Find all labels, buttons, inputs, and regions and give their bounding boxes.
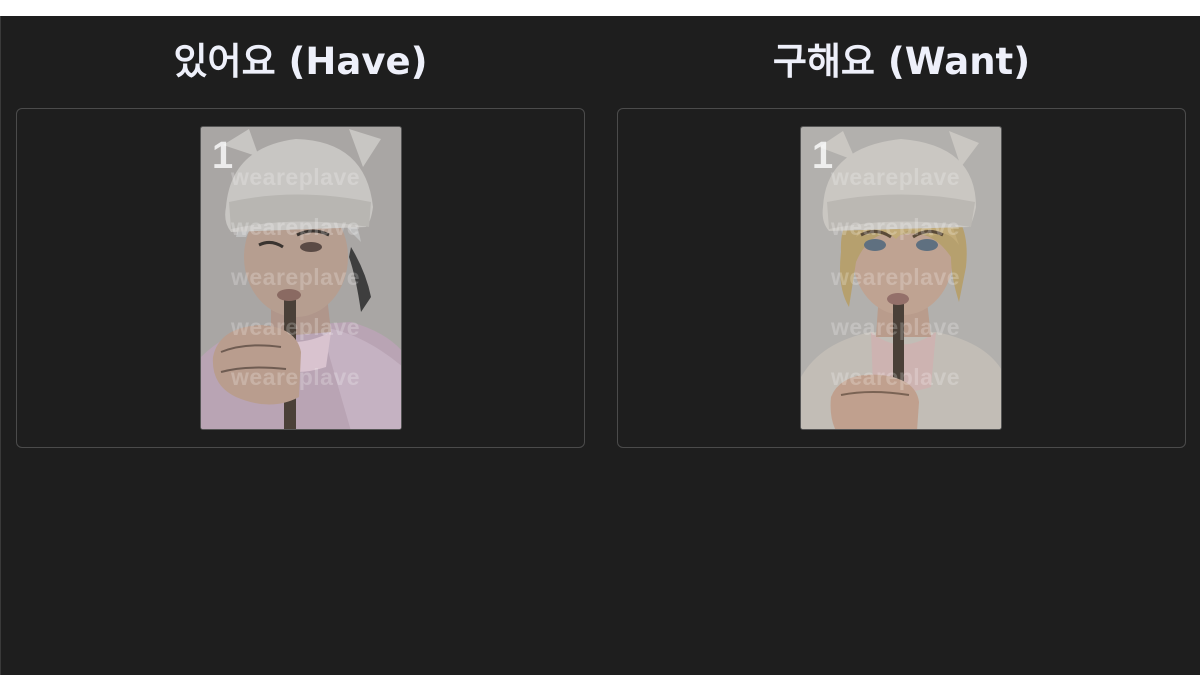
photocard[interactable]: 1 weareplave weareplave weareplave weare… — [200, 126, 402, 430]
card-number: 1 — [812, 135, 834, 177]
watermark-text: weareplave — [231, 164, 361, 190]
want-panel: 1 weareplave weareplave weareplave weare… — [617, 108, 1186, 448]
watermark-text: weareplave — [831, 314, 961, 340]
watermark-text: weareplave — [831, 264, 961, 290]
have-column-title: 있어요 (Have) — [173, 40, 428, 83]
watermark-text: weareplave — [231, 214, 361, 240]
want-column: 구해요 (Want) 1 weareplave weareplave weare… — [617, 16, 1186, 448]
app-frame: 있어요 (Have) 1 weareplave weareplave weare… — [0, 16, 1200, 675]
watermark-text: weareplave — [831, 164, 961, 190]
photocard[interactable]: 1 weareplave weareplave weareplave weare… — [800, 126, 1002, 430]
watermark-text: weareplave — [831, 364, 961, 390]
card-number: 1 — [212, 135, 234, 177]
have-panel: 1 weareplave weareplave weareplave weare… — [16, 108, 585, 448]
watermark-text: weareplave — [231, 314, 361, 340]
watermark-text: weareplave — [231, 264, 361, 290]
watermark-text: weareplave — [831, 214, 961, 240]
want-column-title: 구해요 (Want) — [772, 40, 1031, 83]
watermark-text: weareplave — [231, 364, 361, 390]
have-column: 있어요 (Have) 1 weareplave weareplave weare… — [16, 16, 585, 448]
